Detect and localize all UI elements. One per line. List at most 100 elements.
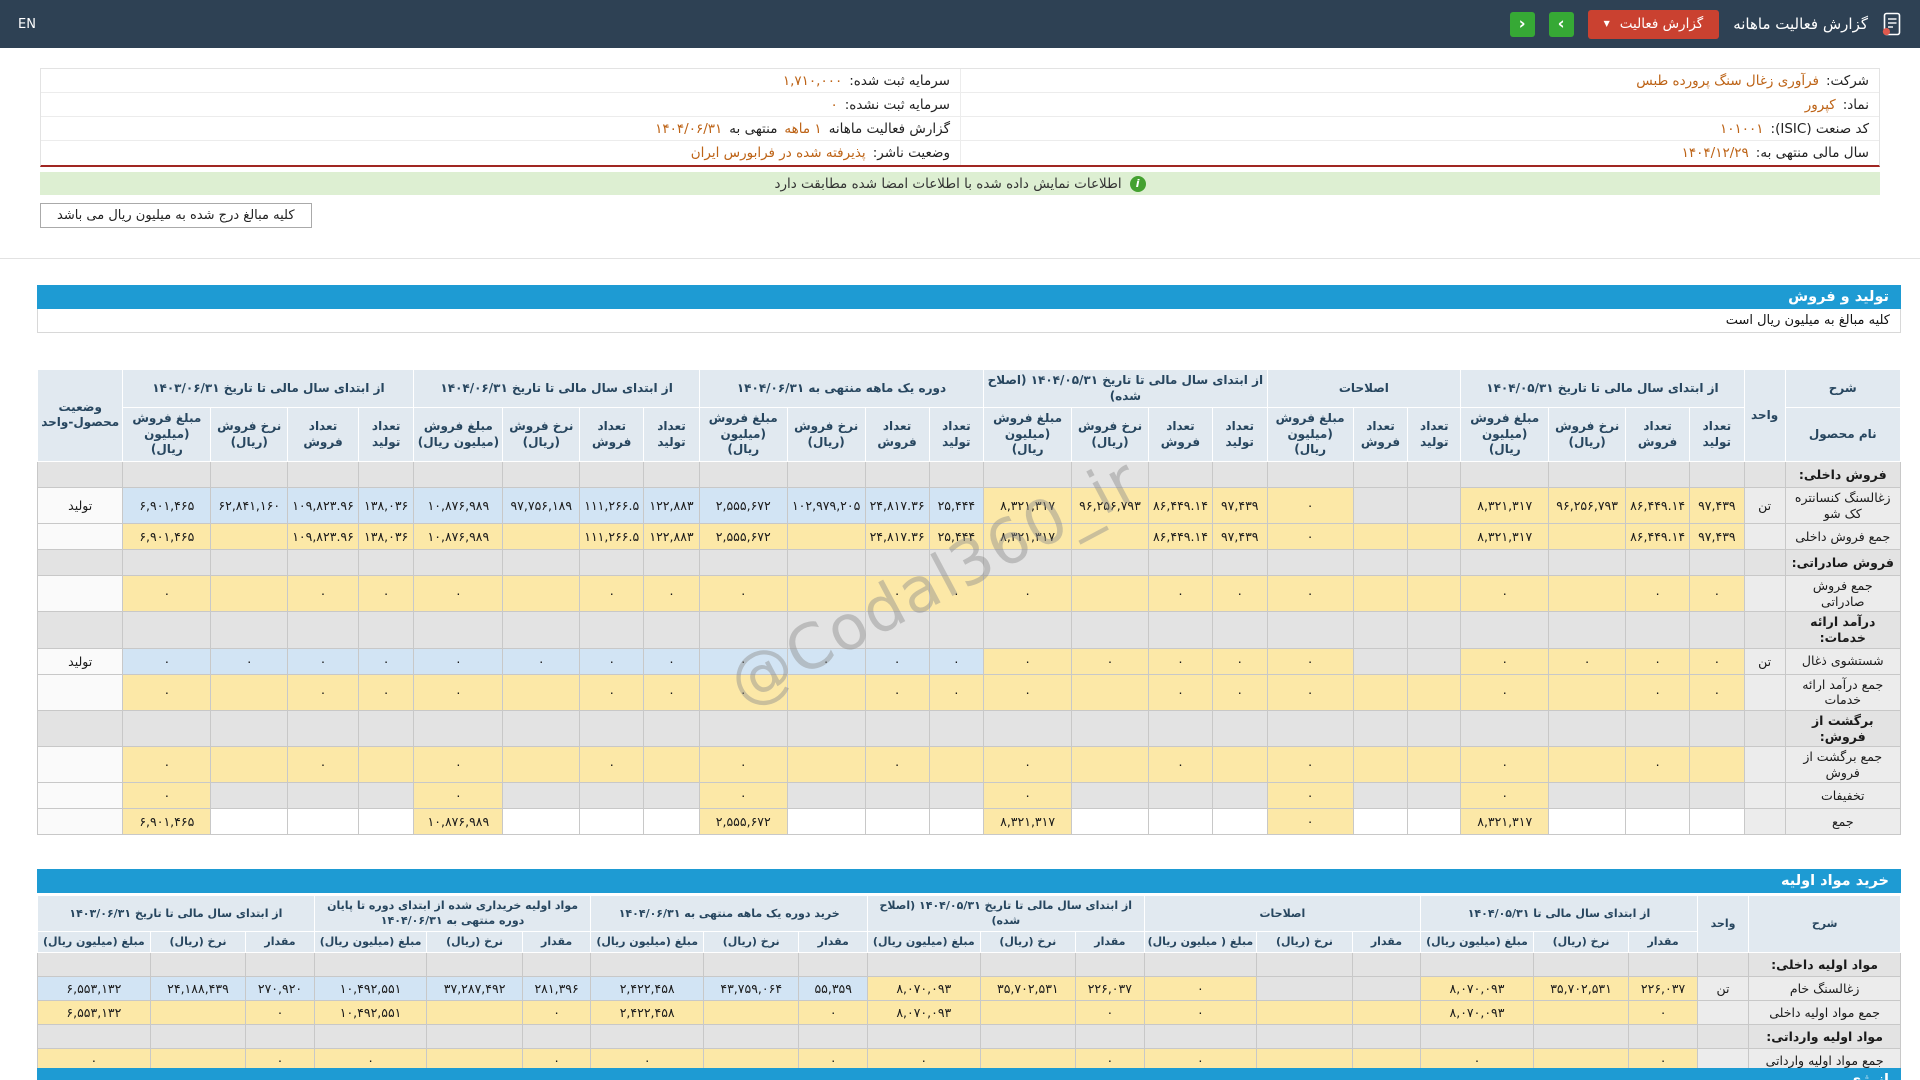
unit-cell: تن bbox=[1744, 648, 1785, 674]
value-cell: ۲۴,۱۸۸,۴۳۹ bbox=[150, 977, 245, 1001]
column-header: مبلغ (میلیون ریال) bbox=[591, 932, 704, 953]
previous-announcement-button[interactable]: ‹ bbox=[1510, 12, 1535, 37]
value-cell bbox=[1690, 783, 1745, 809]
empty-cell bbox=[1148, 550, 1212, 576]
value-cell: ۰ bbox=[1690, 648, 1745, 674]
value-cell: ۰ bbox=[288, 674, 359, 710]
value-cell: ۰ bbox=[123, 576, 211, 612]
empty-cell bbox=[929, 461, 984, 487]
value-cell: ۲,۵۵۵,۶۷۲ bbox=[699, 809, 787, 835]
next-announcement-button[interactable]: › bbox=[1549, 12, 1574, 37]
column-header: مبلغ فروش (میلیون ریال) bbox=[1461, 408, 1549, 462]
empty-cell bbox=[1144, 953, 1257, 977]
empty-cell bbox=[1267, 612, 1353, 648]
value-cell: ۰ bbox=[865, 648, 929, 674]
empty-cell bbox=[503, 612, 580, 648]
value-cell: ۰ bbox=[123, 648, 211, 674]
caret-down-icon: ▼ bbox=[1604, 20, 1610, 28]
page-title: گزارش فعالیت ماهانه bbox=[1733, 15, 1868, 33]
value-cell: ۲۷۰,۹۲۰ bbox=[246, 977, 315, 1001]
empty-cell bbox=[1533, 1025, 1628, 1049]
value-cell: ۰ bbox=[580, 747, 644, 783]
empty-cell bbox=[1744, 710, 1785, 746]
value-cell: ۰ bbox=[1461, 674, 1549, 710]
value-cell bbox=[1353, 809, 1408, 835]
table-row: درآمد ارائه خدمات: bbox=[38, 612, 1901, 648]
empty-cell bbox=[38, 612, 123, 648]
value-cell: ۱۰,۴۹۲,۵۵۱ bbox=[314, 977, 427, 1001]
report-type-label: گزارش فعالیت bbox=[1620, 16, 1703, 32]
column-header: وضعیت محصول-واحد bbox=[38, 370, 123, 462]
column-header: نرخ (ریال) bbox=[1533, 932, 1628, 953]
symbol-link[interactable]: کپرور bbox=[1805, 97, 1836, 113]
value-cell: ۴۳,۷۵۹,۰۶۴ bbox=[703, 977, 798, 1001]
row-title-cell: زغالسنگ کنسانتره کک شو bbox=[1785, 487, 1901, 523]
column-header: نرخ فروش (ریال) bbox=[503, 408, 580, 462]
value-cell: ۰ bbox=[358, 648, 414, 674]
column-header: شرح bbox=[1785, 370, 1901, 408]
empty-cell bbox=[1212, 550, 1267, 576]
value-cell: ۰ bbox=[1267, 674, 1353, 710]
empty-cell bbox=[211, 550, 288, 576]
value-cell: ۹۷,۷۵۶,۱۸۹ bbox=[503, 487, 580, 523]
empty-cell bbox=[358, 461, 414, 487]
value-cell: ۰ bbox=[865, 576, 929, 612]
amounts-note-text: کلیه مبالغ به میلیون ریال است bbox=[1726, 313, 1890, 328]
empty-cell bbox=[503, 550, 580, 576]
value-cell: ۰ bbox=[929, 674, 984, 710]
value-cell bbox=[1148, 783, 1212, 809]
empty-cell bbox=[1353, 612, 1408, 648]
value-cell: ۶,۹۰۱,۴۶۵ bbox=[123, 487, 211, 523]
company-name-link[interactable]: فرآوری زغال سنگ پرورده طبس bbox=[1636, 73, 1819, 89]
value-cell bbox=[1408, 783, 1461, 809]
value-cell bbox=[1353, 747, 1408, 783]
value-cell: ۰ bbox=[699, 674, 787, 710]
value-cell: ۰ bbox=[580, 576, 644, 612]
value-cell bbox=[211, 524, 288, 550]
value-cell bbox=[358, 783, 414, 809]
value-cell: ۰ bbox=[984, 783, 1072, 809]
value-cell: ۰ bbox=[644, 648, 700, 674]
value-cell bbox=[1549, 747, 1626, 783]
empty-cell bbox=[150, 953, 245, 977]
value-cell bbox=[787, 576, 865, 612]
empty-cell bbox=[1072, 612, 1149, 648]
empty-cell bbox=[1461, 612, 1549, 648]
report-type-dropdown[interactable]: گزارش فعالیت ▼ bbox=[1588, 10, 1720, 39]
empty-cell bbox=[699, 550, 787, 576]
empty-cell bbox=[1257, 953, 1352, 977]
value-cell bbox=[358, 747, 414, 783]
value-cell: ۶,۹۰۱,۴۶۵ bbox=[123, 524, 211, 550]
value-cell: ۰ bbox=[929, 576, 984, 612]
empty-cell bbox=[1257, 1025, 1352, 1049]
publisher-status-label: وضعیت ناشر: bbox=[873, 145, 950, 161]
value-cell bbox=[1408, 524, 1461, 550]
value-cell: ۰ bbox=[1461, 783, 1549, 809]
value-cell: ۰ bbox=[1461, 648, 1549, 674]
value-cell bbox=[211, 747, 288, 783]
report-period-date: ۱۴۰۴/۰۶/۳۱ bbox=[655, 121, 722, 137]
column-header: مبلغ (میلیون ریال) bbox=[867, 932, 980, 953]
value-cell bbox=[1148, 809, 1212, 835]
production-sales-title: تولید و فروش bbox=[1788, 289, 1889, 305]
empty-cell bbox=[1352, 1025, 1421, 1049]
value-cell: ۰ bbox=[1267, 809, 1353, 835]
value-cell: ۰ bbox=[414, 674, 503, 710]
value-cell: ۶,۵۵۳,۱۳۲ bbox=[38, 1001, 151, 1025]
unit-cell bbox=[1697, 1001, 1748, 1025]
column-header: از ابتدای سال مالی تا تاریخ ۱۴۰۳/۰۶/۳۱ bbox=[38, 896, 315, 932]
value-cell bbox=[703, 1001, 798, 1025]
isic-value: ۱۰۱۰۰۱ bbox=[1720, 121, 1764, 137]
empty-cell bbox=[787, 612, 865, 648]
empty-cell bbox=[123, 710, 211, 746]
column-header: تعداد فروش bbox=[580, 408, 644, 462]
empty-cell bbox=[1549, 612, 1626, 648]
empty-cell bbox=[1533, 953, 1628, 977]
value-cell: ۰ bbox=[414, 648, 503, 674]
empty-cell bbox=[865, 710, 929, 746]
value-cell: ۱۱۱,۲۶۶.۵ bbox=[580, 487, 644, 523]
amount-unit-note-row: کلیه مبالغ درج شده به میلیون ریال می باش… bbox=[40, 203, 1880, 228]
value-cell bbox=[1408, 809, 1461, 835]
language-toggle[interactable]: EN bbox=[18, 17, 36, 32]
production-sales-table: شرحواحداز ابتدای سال مالی تا تاریخ ۱۴۰۴/… bbox=[37, 369, 1901, 835]
